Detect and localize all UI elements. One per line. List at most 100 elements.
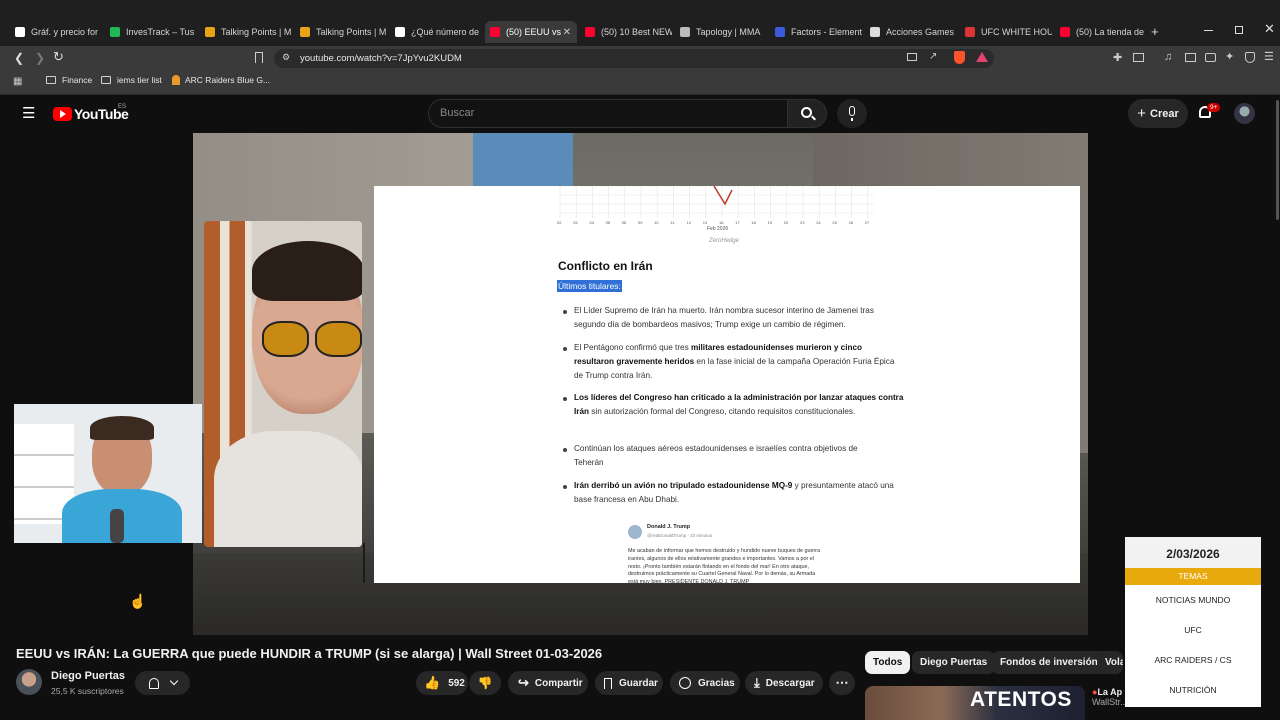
share-page-icon[interactable]: ↗: [929, 51, 937, 62]
sidebar-icon[interactable]: [1185, 53, 1196, 62]
chip-all[interactable]: Todos: [865, 651, 911, 674]
chip-vola[interactable]: Vola: [1097, 651, 1123, 674]
tweet-avatar: [628, 525, 642, 539]
save-label: Guardar: [619, 677, 658, 689]
browser-tab[interactable]: Acciones Games: [865, 21, 957, 43]
chart-tick-label: 03: [573, 220, 578, 225]
subscriber-count: 25,5 K suscriptores: [51, 686, 124, 696]
bullet-dot: [563, 310, 567, 314]
bookmark-label: Finance: [62, 75, 93, 85]
presenter-webcam: [204, 221, 362, 547]
topic-item: NOTICIAS MUNDO: [1155, 595, 1231, 605]
browser-tab[interactable]: Factors - Element: [770, 21, 862, 43]
folder-icon: [101, 76, 111, 84]
browser-tab[interactable]: Talking Points | M: [200, 21, 292, 43]
tab-label: (50) La tienda de: [1076, 27, 1145, 37]
chevron-down-icon: [169, 676, 178, 686]
chip-funds[interactable]: Fondos de inversión: [992, 651, 1106, 674]
search-input[interactable]: [428, 99, 788, 128]
install-icon[interactable]: [907, 53, 917, 61]
browser-tab[interactable]: UFC WHITE HOU: [960, 21, 1052, 43]
extensions-icon[interactable]: ✚: [1113, 51, 1122, 64]
rewards-icon[interactable]: [976, 52, 988, 62]
bookmark-iems[interactable]: iems tier list: [101, 75, 162, 85]
headline-1: El Líder Supremo de Irán ha muerto. Irán…: [574, 304, 904, 332]
maximize-icon[interactable]: [1235, 26, 1243, 34]
voice-search-button[interactable]: [837, 99, 867, 128]
url-text: youtube.com/watch?v=7JpYvu2KUDM: [300, 53, 462, 64]
tab-label: UFC WHITE HOU: [981, 27, 1052, 37]
chip-channel[interactable]: Diego Puertas: [912, 651, 996, 674]
plus-icon: +: [1137, 105, 1146, 122]
subscribe-bell-button[interactable]: [135, 671, 190, 695]
share-button[interactable]: ↪ Compartir: [508, 671, 588, 695]
bell-icon: [148, 677, 159, 689]
wallet-icon[interactable]: [1205, 53, 1216, 62]
search-button[interactable]: [787, 99, 827, 128]
tab-label: Tapology | MMA: [696, 27, 761, 37]
create-button[interactable]: + Crear: [1128, 99, 1188, 128]
vpn-icon[interactable]: [1245, 52, 1255, 63]
browser-tab[interactable]: (50) 10 Best NEW: [580, 21, 672, 43]
page-scrollbar[interactable]: [1276, 100, 1279, 220]
channel-avatar[interactable]: [16, 669, 42, 695]
minimize-icon[interactable]: [1204, 30, 1213, 31]
browser-tab[interactable]: InvesTrack – Tus c: [105, 21, 197, 43]
chart-tick-label: 09: [638, 220, 643, 225]
bookmark-icon[interactable]: [255, 52, 263, 63]
thanks-button[interactable]: Gracias: [670, 671, 740, 695]
download-button[interactable]: ⤓ Descargar: [745, 671, 823, 695]
browser-tab[interactable]: Tapology | MMA: [675, 21, 767, 43]
browser-tab[interactable]: Talking Points | M: [295, 21, 387, 43]
chart-tick-label: 25: [832, 220, 837, 225]
bookmark-arc-raiders[interactable]: ARC Raiders Blue G...: [172, 75, 270, 85]
recommended-thumbnail[interactable]: ATENTOS: [865, 686, 1085, 720]
recommended-title[interactable]: ●La Ap WallStr...: [1092, 687, 1125, 711]
site-info-icon[interactable]: ⚙: [282, 52, 290, 63]
screenshot-icon[interactable]: [1133, 53, 1144, 62]
thanks-icon: [679, 677, 691, 689]
create-label: Crear: [1150, 107, 1179, 120]
browser-tab[interactable]: (50) La tienda de: [1055, 21, 1147, 43]
thanks-label: Gracias: [698, 677, 735, 689]
reload-icon[interactable]: ↻: [53, 49, 64, 65]
article-document: 02 03 04 05 06 09 10 11 12 13 16 17 18 19 20 23 24 25 26 27…: [374, 186, 1080, 583]
apps-grid-icon[interactable]: ▦: [13, 76, 22, 87]
account-avatar[interactable]: [1234, 103, 1255, 124]
save-bookmark-icon: [604, 677, 612, 689]
headline-5: Irán derribó un avión no tripulado estad…: [574, 479, 904, 507]
browser-tab[interactable]: (50) EEUU vs ✕: [485, 21, 577, 43]
like-button[interactable]: 👍 592: [416, 671, 468, 695]
chart-tick-label: 16: [719, 220, 724, 225]
close-tab-icon[interactable]: ✕: [563, 27, 577, 38]
topics-date: 2/03/2026: [1125, 537, 1261, 568]
dislike-button[interactable]: 👎: [469, 671, 501, 695]
browser-tab[interactable]: Gráf. y precio for: [10, 21, 102, 43]
media-icon[interactable]: ♫: [1164, 51, 1172, 63]
forward-icon[interactable]: ❯: [35, 51, 45, 65]
chart-tick-label: 02: [557, 220, 562, 225]
tab-favicon-icon: [775, 27, 785, 37]
brave-shield-icon[interactable]: [954, 51, 965, 64]
guide-menu-icon[interactable]: ☰: [22, 104, 35, 122]
chart-tick-label: 11: [670, 220, 675, 225]
bookmark-finance[interactable]: Finance: [46, 75, 92, 85]
chart-month-label: Feb 2026: [707, 226, 728, 232]
headline-bold: Irán derribó un avión no tripulado estad…: [574, 481, 793, 490]
article-subheading: Últimos titulares:: [557, 280, 622, 292]
topic-item: UFC: [1184, 625, 1202, 635]
bullet-dot: [563, 485, 567, 489]
menu-icon[interactable]: ☰: [1264, 50, 1274, 63]
chart-tick-label: 20: [784, 220, 789, 225]
leo-icon[interactable]: ✦: [1225, 50, 1234, 63]
channel-name[interactable]: Diego Puertas: [51, 670, 125, 682]
save-button[interactable]: Guardar: [595, 671, 663, 695]
close-window-icon[interactable]: ✕: [1264, 21, 1275, 37]
new-tab-button[interactable]: +: [1151, 24, 1159, 39]
presenter-hair: [252, 241, 362, 301]
more-actions-button[interactable]: ⋯: [829, 671, 855, 695]
presenter-shirt: [214, 431, 362, 547]
browser-tab[interactable]: ¿Qué número de: [390, 21, 482, 43]
back-icon[interactable]: ❮: [14, 51, 24, 65]
video-title: EEUU vs IRÁN: La GUERRA que puede HUNDIR…: [16, 646, 603, 661]
